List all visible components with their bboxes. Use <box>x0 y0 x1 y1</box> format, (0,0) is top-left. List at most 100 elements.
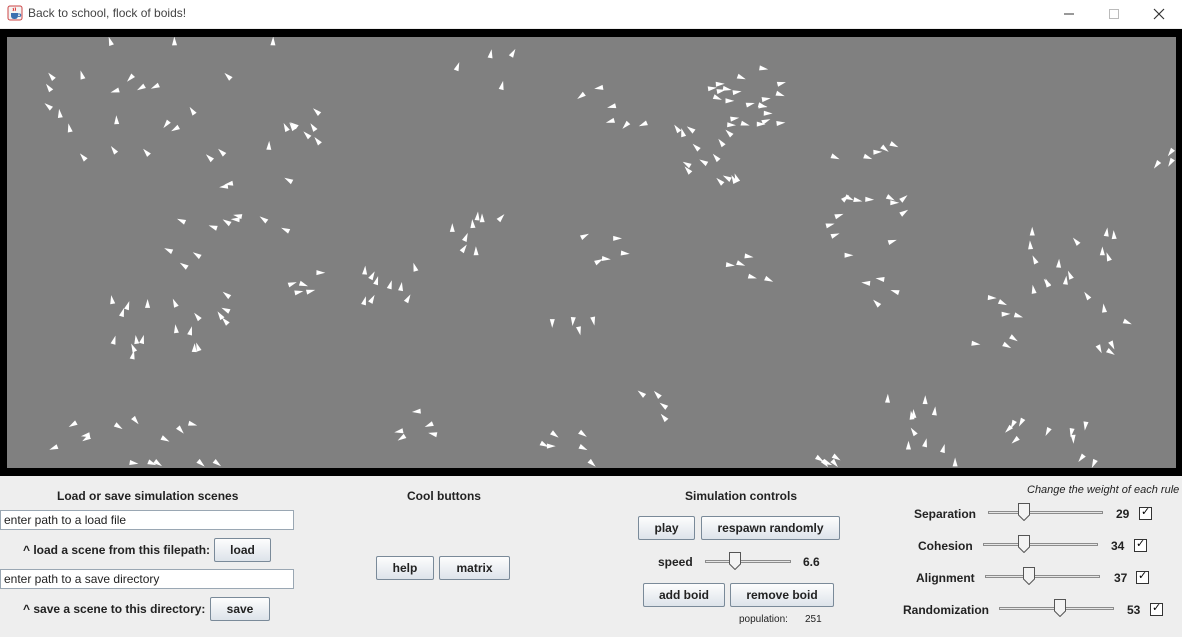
boid <box>119 307 125 318</box>
boid <box>759 65 769 71</box>
randomization-value: 53 <box>1127 603 1141 617</box>
boid <box>776 121 786 126</box>
scenes-title: Load or save simulation scenes <box>57 489 239 503</box>
boid <box>424 421 434 427</box>
boid <box>403 294 411 304</box>
boid <box>922 438 927 448</box>
boid <box>222 219 232 227</box>
boid <box>1103 227 1109 237</box>
boid <box>143 148 151 157</box>
boid <box>620 250 630 256</box>
boid <box>1070 434 1076 444</box>
play-button[interactable]: play <box>638 516 695 540</box>
boid <box>1072 237 1081 246</box>
boid <box>224 72 233 81</box>
boid <box>1106 252 1112 262</box>
boid <box>163 119 171 129</box>
boid <box>187 326 192 336</box>
window-title: Back to school, flock of boids! <box>28 6 187 20</box>
load-path-input[interactable]: enter path to a load file <box>0 510 294 530</box>
boid <box>171 124 180 132</box>
boid <box>114 115 120 125</box>
slider-thumb[interactable] <box>1023 567 1036 585</box>
load-button[interactable]: load <box>214 538 271 562</box>
boid <box>997 299 1007 306</box>
slider-track <box>985 575 1100 578</box>
randomization-slider[interactable] <box>999 598 1114 618</box>
boid <box>594 84 604 90</box>
boid <box>188 420 198 426</box>
boid <box>1028 240 1034 250</box>
boid <box>622 120 631 129</box>
boid <box>716 89 726 95</box>
separation-slider[interactable] <box>988 502 1103 522</box>
boid <box>971 340 981 346</box>
slider-thumb[interactable] <box>729 552 742 570</box>
maximize-button[interactable] <box>1091 0 1137 28</box>
boid <box>578 444 588 451</box>
boid <box>546 443 556 449</box>
boid <box>174 324 179 334</box>
boid <box>164 248 174 255</box>
boid <box>397 433 407 441</box>
boid <box>830 233 840 239</box>
boid <box>890 290 900 296</box>
boid <box>129 460 139 465</box>
boid <box>131 415 139 425</box>
boid <box>48 72 56 81</box>
cohesion-value: 34 <box>1111 539 1125 553</box>
respawn-randomly-button[interactable]: respawn randomly <box>701 516 840 540</box>
boid <box>587 458 596 467</box>
slider-thumb[interactable] <box>1053 599 1066 617</box>
boid <box>725 129 734 138</box>
help-button[interactable]: help <box>376 556 434 580</box>
save-button[interactable]: save <box>210 597 270 621</box>
boid <box>411 408 421 414</box>
boid <box>479 213 485 223</box>
cohesion-slider[interactable] <box>983 534 1098 554</box>
boid <box>230 217 240 223</box>
boid <box>681 128 687 138</box>
minimize-button[interactable] <box>1046 0 1092 28</box>
boid <box>413 262 419 272</box>
boid <box>139 334 144 345</box>
boid <box>110 146 119 155</box>
randomization-checkbox[interactable]: ✓ <box>1150 601 1163 616</box>
boid <box>1111 230 1117 240</box>
speed-label: speed <box>658 555 693 569</box>
boid <box>716 177 725 186</box>
close-button[interactable] <box>1136 0 1182 28</box>
boid <box>940 444 945 454</box>
boid <box>952 457 958 467</box>
slider-thumb[interactable] <box>1018 535 1031 553</box>
boid <box>830 458 838 468</box>
slider-thumb[interactable] <box>1017 503 1030 521</box>
boid <box>725 262 735 268</box>
boid <box>462 232 468 242</box>
boid <box>590 316 596 326</box>
add-boid-button[interactable]: add boid <box>643 583 725 607</box>
boid <box>601 256 611 261</box>
boid <box>134 335 140 345</box>
maximize-icon <box>1109 9 1119 19</box>
boid <box>196 342 202 352</box>
boid <box>1013 312 1023 318</box>
simulation-canvas[interactable] <box>7 37 1176 468</box>
boid <box>177 218 187 225</box>
boid <box>931 406 937 416</box>
matrix-button[interactable]: matrix <box>439 556 510 580</box>
speed-slider[interactable] <box>705 551 791 571</box>
boid <box>570 317 576 326</box>
remove-boid-button[interactable]: remove boid <box>730 583 834 607</box>
boid <box>730 116 740 122</box>
separation-checkbox[interactable]: ✓ <box>1139 505 1152 520</box>
boid <box>637 390 647 398</box>
save-path-input[interactable]: enter path to a save directory <box>0 569 294 589</box>
boid <box>294 290 304 296</box>
alignment-checkbox[interactable]: ✓ <box>1136 569 1149 584</box>
boid <box>44 103 53 111</box>
cohesion-checkbox[interactable]: ✓ <box>1134 537 1147 552</box>
alignment-slider[interactable] <box>985 566 1100 586</box>
boid <box>853 197 863 202</box>
boid <box>715 81 725 87</box>
